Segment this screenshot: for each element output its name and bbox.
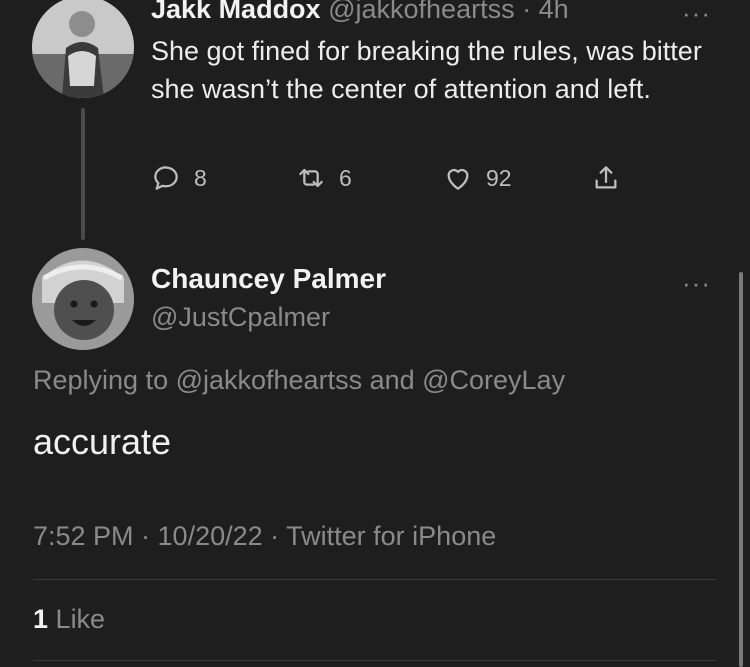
likes-count: 1 <box>33 604 49 634</box>
divider <box>33 579 716 580</box>
likes-summary[interactable]: 1 Like <box>33 604 105 635</box>
parent-tweet-header: Jakk Maddox @jakkofheartss · 4h <box>151 0 569 25</box>
author-name[interactable]: Chauncey Palmer <box>151 263 386 295</box>
like-action[interactable]: 92 <box>442 162 512 194</box>
heart-icon <box>447 168 469 190</box>
retweet-icon <box>299 168 323 188</box>
parent-author-name[interactable]: Jakk Maddox <box>151 0 321 24</box>
thread-connector-line <box>81 108 85 240</box>
avatar-image <box>32 248 134 350</box>
scrollbar[interactable] <box>739 272 743 667</box>
parent-tweet-time: · 4h <box>522 0 569 24</box>
avatar-jakk-maddox[interactable] <box>32 0 134 98</box>
like-count: 92 <box>486 164 512 191</box>
avatar-chauncey-palmer[interactable] <box>32 248 134 350</box>
parent-author-handle[interactable]: @jakkofheartss <box>328 0 514 24</box>
share-action[interactable] <box>590 162 622 194</box>
divider <box>33 660 716 661</box>
tweet-text: accurate <box>33 421 172 462</box>
reply-action[interactable]: 8 <box>150 162 207 194</box>
author-handle[interactable]: @JustCpalmer <box>151 302 330 333</box>
retweet-action[interactable]: 6 <box>295 162 352 194</box>
replying-to[interactable]: Replying to @jakkofheartss and @CoreyLay <box>33 365 565 396</box>
main-more-icon[interactable]: ··· <box>682 270 711 296</box>
parent-tweet-text: She got fined for breaking the rules, wa… <box>151 36 702 104</box>
reply-count: 8 <box>194 164 207 191</box>
retweet-count: 6 <box>339 164 352 191</box>
likes-label: Like <box>55 604 106 634</box>
share-icon <box>595 166 617 189</box>
avatar-image <box>32 0 134 98</box>
reply-icon <box>154 166 178 190</box>
tweet-meta: 7:52 PM · 10/20/22 · Twitter for iPhone <box>33 521 497 551</box>
parent-more-icon[interactable]: ··· <box>682 0 711 26</box>
